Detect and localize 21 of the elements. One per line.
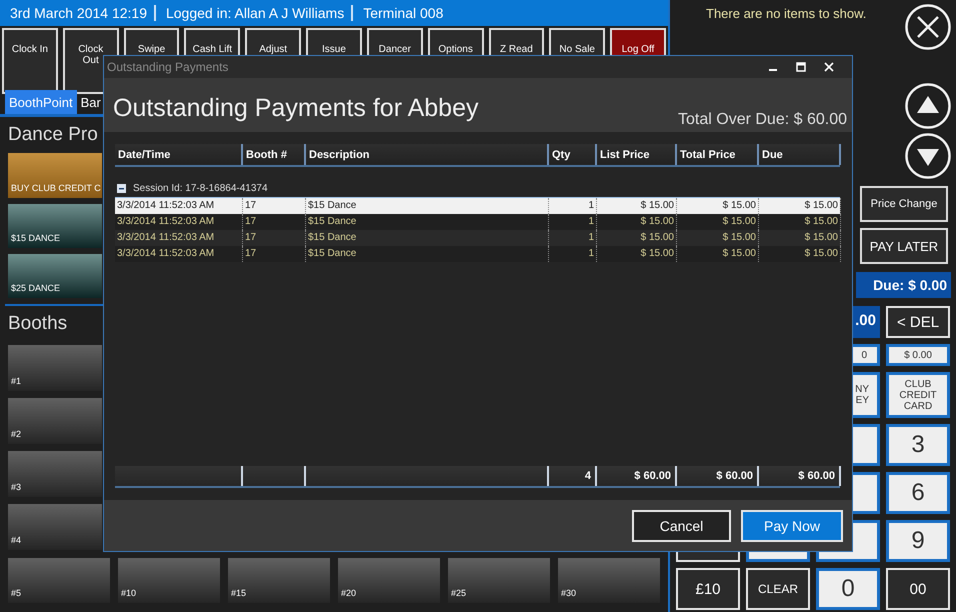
date-time: 3rd March 2014 12:19: [9, 5, 148, 21]
table-cell: $ 15.00: [759, 246, 841, 262]
total-cell: $ 60.00: [677, 466, 759, 486]
total-cell: $ 60.00: [597, 466, 677, 486]
terminal-label: Terminal 008: [351, 5, 450, 21]
group-label: Session Id: 17-8-16864-41374: [133, 182, 268, 194]
total-cell: 4: [549, 466, 597, 486]
table-cell: 17: [243, 246, 306, 262]
empty-message: There are no items to show.: [706, 6, 866, 21]
due-amount: Due: $ 0.00: [856, 272, 951, 298]
section-heading: Booths: [7, 312, 68, 336]
table-cell: 3/3/2014 11:52:03 AM: [115, 246, 243, 262]
total-overdue: Total Over Due: $ 60.00: [678, 111, 847, 129]
logged-in-user: Logged in: Allan A J Williams: [154, 5, 352, 21]
table-cell: 1: [549, 246, 597, 262]
dialog-heading: Outstanding Payments for Abbey: [113, 94, 478, 124]
section-heading: Dance Pro: [7, 123, 99, 147]
table-cell: $ 15.00: [677, 246, 759, 262]
total-cell: $ 60.00: [759, 466, 841, 486]
table-cell: $15 Dance: [306, 246, 549, 262]
table-cell: $ 15.00: [597, 246, 677, 262]
